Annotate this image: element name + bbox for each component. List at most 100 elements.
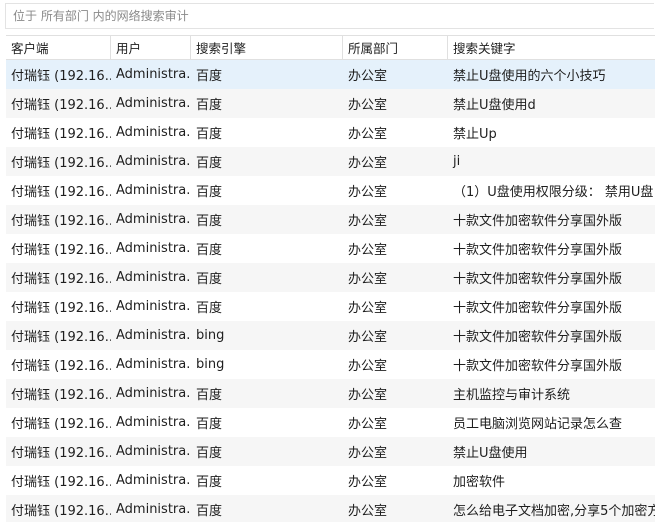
table-row[interactable]: 付瑞钰 (192.16... Administra... 百度 办公室 十款文件加密软件… bbox=[6, 292, 655, 321]
cell-client: 付瑞钰 (192.16... bbox=[11, 446, 111, 461]
cell-client: 付瑞钰 (192.16... bbox=[11, 214, 111, 229]
cell-client: 付瑞钰 (192.16... bbox=[11, 330, 111, 345]
cell-search-engine: 百度 bbox=[196, 417, 223, 432]
cell-search-engine: 百度 bbox=[196, 446, 223, 461]
cell-keyword: 十款文件加密软件分享国外版 bbox=[453, 272, 623, 287]
table-row[interactable]: 付瑞钰 (192.16... Administra... bing 办公室 十款文件加密… bbox=[6, 321, 655, 350]
table-row[interactable]: 付瑞钰 (192.16... Administra... 百度 办公室 禁止U盘使用d bbox=[6, 89, 655, 118]
table-row[interactable]: 付瑞钰 (192.16... Administra... 百度 办公室 员工电脑浏览网站… bbox=[6, 408, 655, 437]
cell-keyword: 十款文件加密软件分享国外版 bbox=[453, 214, 623, 229]
table-row[interactable]: 付瑞钰 (192.16... Administra... 百度 办公室 禁止U盘使用的六… bbox=[6, 60, 655, 89]
cell-keyword: ji bbox=[453, 154, 461, 169]
cell-user: Administra... bbox=[116, 241, 191, 256]
table-row[interactable]: 付瑞钰 (192.16... Administra... 百度 办公室 加密软件 bbox=[6, 466, 655, 495]
cell-user: Administra... bbox=[116, 154, 191, 169]
cell-client: 付瑞钰 (192.16... bbox=[11, 475, 111, 490]
table-row[interactable]: 付瑞钰 (192.16... Administra... 百度 办公室 怎么给电子文档加… bbox=[6, 495, 655, 522]
cell-department: 办公室 bbox=[348, 69, 388, 84]
cell-client: 付瑞钰 (192.16... bbox=[11, 156, 111, 171]
cell-client: 付瑞钰 (192.16... bbox=[11, 69, 111, 84]
cell-keyword: 主机监控与审计系统 bbox=[453, 388, 571, 403]
cell-client: 付瑞钰 (192.16... bbox=[11, 243, 111, 258]
cell-client: 付瑞钰 (192.16... bbox=[11, 272, 111, 287]
cell-department: 办公室 bbox=[348, 156, 388, 171]
cell-user: Administra... bbox=[116, 96, 191, 111]
cell-user: Administra... bbox=[116, 386, 191, 401]
audit-table: 客户端 用户 搜索引擎 所属部门 搜索关键字 付瑞钰 (192.16... Adm… bbox=[6, 35, 655, 522]
cell-user: Administra... bbox=[116, 270, 191, 285]
cell-search-engine: 百度 bbox=[196, 388, 223, 403]
cell-user: Administra... bbox=[116, 444, 191, 459]
cell-client: 付瑞钰 (192.16... bbox=[11, 388, 111, 403]
cell-keyword: 十款文件加密软件分享国外版 bbox=[453, 330, 623, 345]
cell-department: 办公室 bbox=[348, 243, 388, 258]
table-row[interactable]: 付瑞钰 (192.16... Administra... 百度 办公室 禁止U盘使用 bbox=[6, 437, 655, 466]
cell-user: Administra... bbox=[116, 502, 191, 517]
cell-search-engine: 百度 bbox=[196, 69, 223, 84]
search-box[interactable] bbox=[5, 3, 654, 29]
cell-search-engine: 百度 bbox=[196, 504, 223, 519]
table-row[interactable]: 付瑞钰 (192.16... Administra... 百度 办公室 ji bbox=[6, 147, 655, 176]
cell-search-engine: 百度 bbox=[196, 301, 223, 316]
search-input[interactable] bbox=[6, 4, 654, 28]
cell-user: Administra... bbox=[116, 299, 191, 314]
column-header-user[interactable]: 用户 bbox=[111, 36, 191, 59]
cell-client: 付瑞钰 (192.16... bbox=[11, 185, 111, 200]
cell-keyword: 禁止U盘使用d bbox=[453, 98, 536, 113]
table-row[interactable]: 付瑞钰 (192.16... Administra... 百度 办公室 禁止Up bbox=[6, 118, 655, 147]
cell-keyword: 十款文件加密软件分享国外版 bbox=[453, 301, 623, 316]
cell-keyword: 禁止Up bbox=[453, 127, 497, 142]
cell-department: 办公室 bbox=[348, 301, 388, 316]
cell-search-engine: 百度 bbox=[196, 214, 223, 229]
column-header-keyword[interactable]: 搜索关键字 bbox=[448, 36, 655, 59]
cell-department: 办公室 bbox=[348, 272, 388, 287]
cell-search-engine: 百度 bbox=[196, 272, 223, 287]
cell-search-engine: 百度 bbox=[196, 243, 223, 258]
table-row[interactable]: 付瑞钰 (192.16... Administra... bing 办公室 十款文件加密… bbox=[6, 350, 655, 379]
cell-department: 办公室 bbox=[348, 214, 388, 229]
cell-client: 付瑞钰 (192.16... bbox=[11, 127, 111, 142]
cell-user: Administra... bbox=[116, 67, 191, 82]
column-header-client[interactable]: 客户端 bbox=[6, 36, 111, 59]
cell-user: Administra... bbox=[116, 328, 191, 343]
table-row[interactable]: 付瑞钰 (192.16... Administra... 百度 办公室 （1）U盘使用权… bbox=[6, 176, 655, 205]
cell-client: 付瑞钰 (192.16... bbox=[11, 417, 111, 432]
cell-search-engine: bing bbox=[196, 357, 225, 372]
cell-user: Administra... bbox=[116, 357, 191, 372]
cell-search-engine: 百度 bbox=[196, 185, 223, 200]
cell-department: 办公室 bbox=[348, 359, 388, 374]
cell-search-engine: 百度 bbox=[196, 98, 223, 113]
cell-department: 办公室 bbox=[348, 98, 388, 113]
cell-client: 付瑞钰 (192.16... bbox=[11, 359, 111, 374]
table-row[interactable]: 付瑞钰 (192.16... Administra... 百度 办公室 十款文件加密软件… bbox=[6, 234, 655, 263]
table-header: 客户端 用户 搜索引擎 所属部门 搜索关键字 bbox=[6, 35, 655, 60]
table-body: 付瑞钰 (192.16... Administra... 百度 办公室 禁止U盘使用的六… bbox=[6, 60, 655, 522]
cell-department: 办公室 bbox=[348, 330, 388, 345]
cell-department: 办公室 bbox=[348, 417, 388, 432]
column-header-department[interactable]: 所属部门 bbox=[343, 36, 448, 59]
cell-keyword: 禁止U盘使用的六个小技巧 bbox=[453, 69, 606, 84]
cell-user: Administra... bbox=[116, 415, 191, 430]
table-row[interactable]: 付瑞钰 (192.16... Administra... 百度 办公室 主机监控与审计系… bbox=[6, 379, 655, 408]
cell-keyword: 怎么给电子文档加密,分享5个加密方法 bbox=[453, 504, 655, 519]
cell-keyword: 员工电脑浏览网站记录怎么查 bbox=[453, 417, 623, 432]
cell-search-engine: 百度 bbox=[196, 127, 223, 142]
cell-keyword: 十款文件加密软件分享国外版 bbox=[453, 243, 623, 258]
cell-keyword: （1）U盘使用权限分级： 禁用U盘： bbox=[453, 185, 655, 200]
cell-search-engine: 百度 bbox=[196, 475, 223, 490]
cell-keyword: 加密软件 bbox=[453, 475, 506, 490]
table-row[interactable]: 付瑞钰 (192.16... Administra... 百度 办公室 十款文件加密软件… bbox=[6, 263, 655, 292]
cell-keyword: 禁止U盘使用 bbox=[453, 446, 528, 461]
cell-department: 办公室 bbox=[348, 127, 388, 142]
cell-client: 付瑞钰 (192.16... bbox=[11, 504, 111, 519]
column-header-search-engine[interactable]: 搜索引擎 bbox=[191, 36, 343, 59]
table-row[interactable]: 付瑞钰 (192.16... Administra... 百度 办公室 十款文件加密软件… bbox=[6, 205, 655, 234]
cell-search-engine: bing bbox=[196, 328, 225, 343]
cell-department: 办公室 bbox=[348, 475, 388, 490]
cell-keyword: 十款文件加密软件分享国外版 bbox=[453, 359, 623, 374]
cell-search-engine: 百度 bbox=[196, 156, 223, 171]
cell-user: Administra... bbox=[116, 125, 191, 140]
cell-department: 办公室 bbox=[348, 446, 388, 461]
cell-department: 办公室 bbox=[348, 388, 388, 403]
network-search-audit-panel: 客户端 用户 搜索引擎 所属部门 搜索关键字 付瑞钰 (192.16... Adm… bbox=[0, 0, 655, 522]
